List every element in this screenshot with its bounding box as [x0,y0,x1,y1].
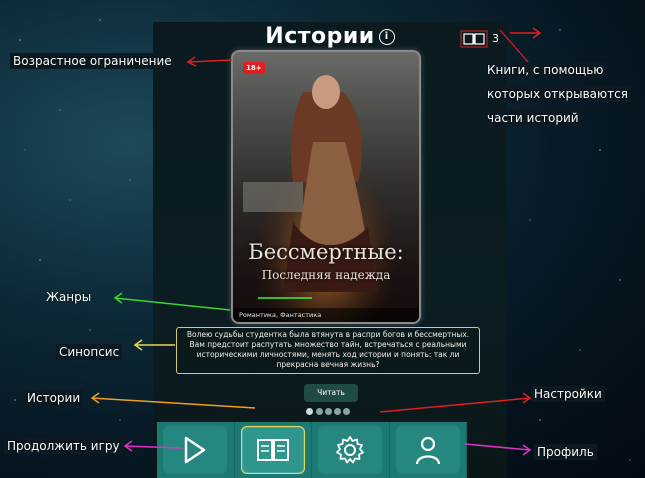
nav-profile-button[interactable] [390,422,467,478]
annotation-stories: Истории [24,390,84,406]
open-book-icon [460,30,488,48]
read-button[interactable]: Читать [304,384,358,402]
cover-subtitle: Последняя надежда [261,268,391,282]
nav-stories-button[interactable] [235,422,312,478]
page-title: Истории i [153,24,507,49]
annotation-books-line3: части историй [484,110,582,126]
age-rating-badge: 18+ [243,62,265,74]
annotation-books-line1: Книги, с помощью [484,62,607,78]
annotation-genres: Жанры [46,290,92,304]
play-icon [185,436,206,464]
pager-dot[interactable] [306,408,313,415]
nav-settings-button[interactable] [312,422,390,478]
pager-dot[interactable] [316,408,323,415]
info-circle-icon[interactable]: i [378,29,395,45]
bottom-navbar [157,422,467,478]
annotation-synopsis: Синопсис [56,344,123,360]
story-cover[interactable]: 18+ Бессмертные: Последняя надежда Роман… [231,50,421,324]
user-icon [415,436,440,465]
pager-dot[interactable] [343,408,350,415]
books-count: 3 [492,32,499,45]
synopsis-box: Волею судьбы студентка была втянута в ра… [176,327,480,374]
genres-label: Романтика, Фантастика [233,308,419,322]
pager-dot[interactable] [325,408,332,415]
book-icon [256,439,289,461]
books-counter[interactable]: 3 [456,28,506,50]
cover-title: Бессмертные: [248,240,404,264]
annotation-age-restriction: Возрастное ограничение [10,53,175,69]
nav-continue-button[interactable] [157,422,235,478]
annotation-books-line2: которых открываются [484,86,631,102]
pager-dots [305,406,355,416]
annotation-settings: Настройки [531,386,605,402]
pager-dot[interactable] [334,408,341,415]
annotation-continue-game: Продолжить игру [4,438,123,454]
gear-icon [336,436,365,464]
annotation-profile: Профиль [534,444,597,460]
title-text: Истории [265,24,375,49]
